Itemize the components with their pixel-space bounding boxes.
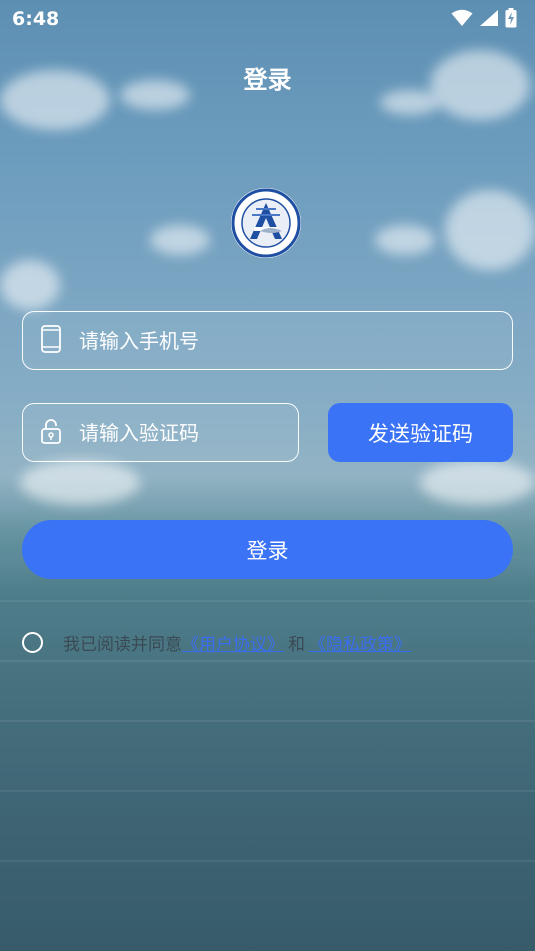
background-scenery: [0, 0, 535, 951]
privacy-policy-link[interactable]: 《隐私政策》: [309, 630, 411, 655]
phone-input[interactable]: [79, 312, 498, 369]
lock-icon: [40, 417, 62, 449]
signal-icon: [480, 10, 498, 26]
agree-checkbox[interactable]: [22, 631, 43, 653]
smartphone-icon: [40, 324, 62, 357]
agreement-row: 我已阅读并同意 《用户协议》 和 《隐私政策》: [22, 629, 411, 655]
status-icons: [451, 8, 517, 28]
user-agreement-link[interactable]: 《用户协议》: [182, 630, 284, 655]
verification-code-input[interactable]: [79, 404, 284, 461]
wifi-icon: [451, 9, 473, 26]
agreement-and: 和: [288, 634, 305, 655]
agreement-prefix: 我已阅读并同意: [63, 634, 182, 655]
status-bar: 6:48: [0, 0, 535, 38]
page-title: 登录: [243, 66, 292, 94]
send-code-button[interactable]: 发送验证码: [328, 403, 513, 462]
battery-charging-icon: [505, 8, 517, 28]
login-button[interactable]: 登录: [22, 520, 513, 579]
status-time: 6:48: [12, 8, 60, 30]
verification-code-field[interactable]: [22, 403, 299, 462]
app-logo: [230, 187, 302, 259]
phone-field[interactable]: [22, 311, 513, 370]
